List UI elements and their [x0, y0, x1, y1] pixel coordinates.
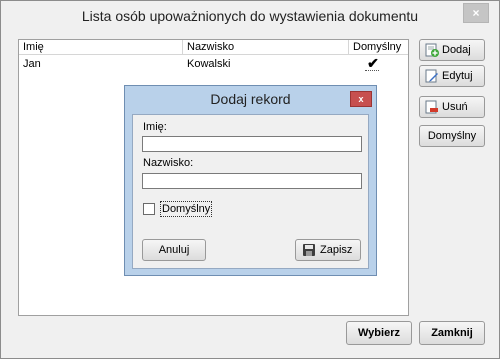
add-button[interactable]: Dodaj	[419, 39, 485, 61]
column-header-default[interactable]: Domyślny	[349, 40, 408, 55]
edit-pencil-icon	[425, 69, 439, 83]
set-default-button[interactable]: Domyślny	[419, 125, 485, 147]
dialog-title: Dodaj rekord	[210, 91, 291, 107]
cell-last-name: Kowalski	[187, 58, 231, 70]
edit-button[interactable]: Edytuj	[419, 65, 485, 87]
first-name-input[interactable]	[142, 136, 362, 152]
window-close-button[interactable]: ×	[463, 3, 489, 23]
default-focus-underline	[365, 70, 379, 71]
column-header-last-name[interactable]: Nazwisko	[183, 40, 349, 55]
list-header: Imię Nazwisko Domyślny	[19, 40, 408, 55]
set-default-button-label: Domyślny	[427, 130, 477, 142]
add-record-icon	[425, 43, 439, 57]
dialog-close-button[interactable]: x	[350, 91, 372, 107]
floppy-disk-icon	[302, 243, 316, 257]
window-title: Lista osób upoważnionych do wystawienia …	[81, 8, 419, 24]
main-window: Lista osób upoważnionych do wystawienia …	[0, 0, 500, 359]
default-check-mark-icon: ✔	[367, 55, 379, 71]
last-name-label: Nazwisko:	[143, 157, 194, 169]
cell-first-name: Jan	[23, 58, 41, 70]
cancel-button[interactable]: Anuluj	[142, 239, 206, 261]
first-name-label: Imię:	[143, 121, 167, 133]
delete-button[interactable]: Usuń	[419, 96, 485, 118]
save-button[interactable]: Zapisz	[295, 239, 361, 261]
default-checkbox-label[interactable]: Domyślny	[160, 201, 213, 217]
select-button[interactable]: Wybierz	[346, 321, 412, 345]
last-name-input[interactable]	[142, 173, 362, 189]
delete-record-icon	[425, 100, 439, 114]
list-row[interactable]: Jan Kowalski	[19, 57, 408, 73]
add-record-dialog: Dodaj rekord x Imię: Nazwisko: Domyślny …	[124, 85, 377, 276]
add-button-label: Dodaj	[442, 44, 471, 56]
delete-button-label: Usuń	[442, 101, 468, 113]
close-button[interactable]: Zamknij	[419, 321, 485, 345]
edit-button-label: Edytuj	[442, 70, 473, 82]
save-button-label: Zapisz	[320, 244, 353, 256]
column-header-first-name[interactable]: Imię	[19, 40, 183, 55]
default-checkbox[interactable]	[143, 203, 155, 215]
dialog-body: Imię: Nazwisko: Domyślny Anuluj Zapisz	[132, 114, 369, 269]
